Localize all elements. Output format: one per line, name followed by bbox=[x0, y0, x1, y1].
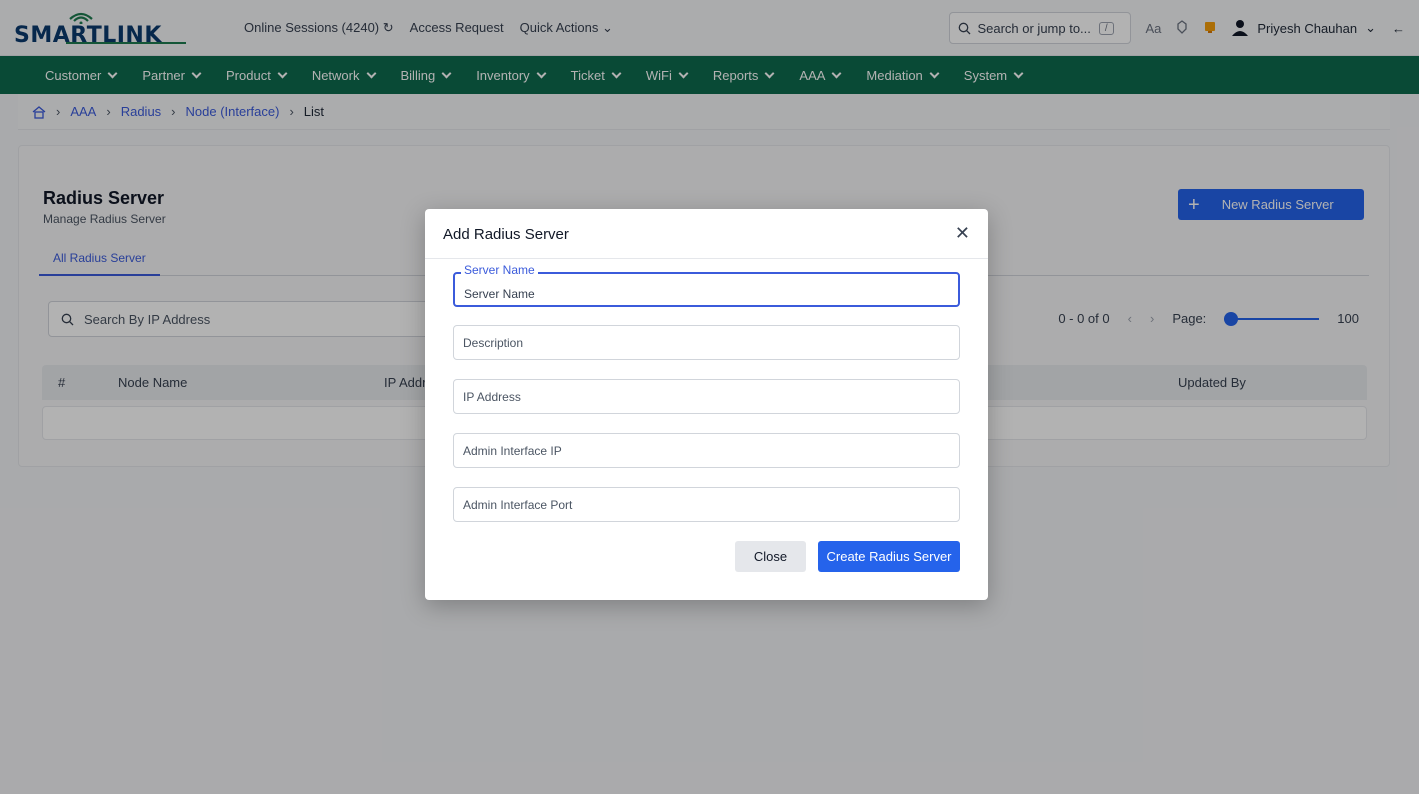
close-icon[interactable]: ✕ bbox=[955, 223, 970, 244]
close-button[interactable]: Close bbox=[735, 541, 806, 572]
ip-address-field[interactable]: IP Address bbox=[453, 379, 960, 414]
description-placeholder: Description bbox=[463, 335, 524, 350]
dialog-header: Add Radius Server ✕ bbox=[425, 209, 988, 259]
dialog-title: Add Radius Server bbox=[443, 226, 569, 243]
ip-address-placeholder: IP Address bbox=[463, 389, 521, 404]
admin-interface-ip-field[interactable]: Admin Interface IP bbox=[453, 433, 960, 468]
add-radius-server-dialog: Add Radius Server ✕ Server Name Server N… bbox=[425, 209, 988, 600]
server-name-field[interactable]: Server Name Server Name bbox=[453, 263, 960, 307]
server-name-label: Server Name bbox=[461, 263, 538, 277]
server-name-value: Server Name bbox=[464, 286, 535, 301]
create-radius-server-button[interactable]: Create Radius Server bbox=[818, 541, 960, 572]
admin-interface-ip-placeholder: Admin Interface IP bbox=[463, 443, 562, 458]
description-field[interactable]: Description bbox=[453, 325, 960, 360]
admin-interface-port-field[interactable]: Admin Interface Port bbox=[453, 487, 960, 522]
admin-interface-port-placeholder: Admin Interface Port bbox=[463, 497, 573, 512]
